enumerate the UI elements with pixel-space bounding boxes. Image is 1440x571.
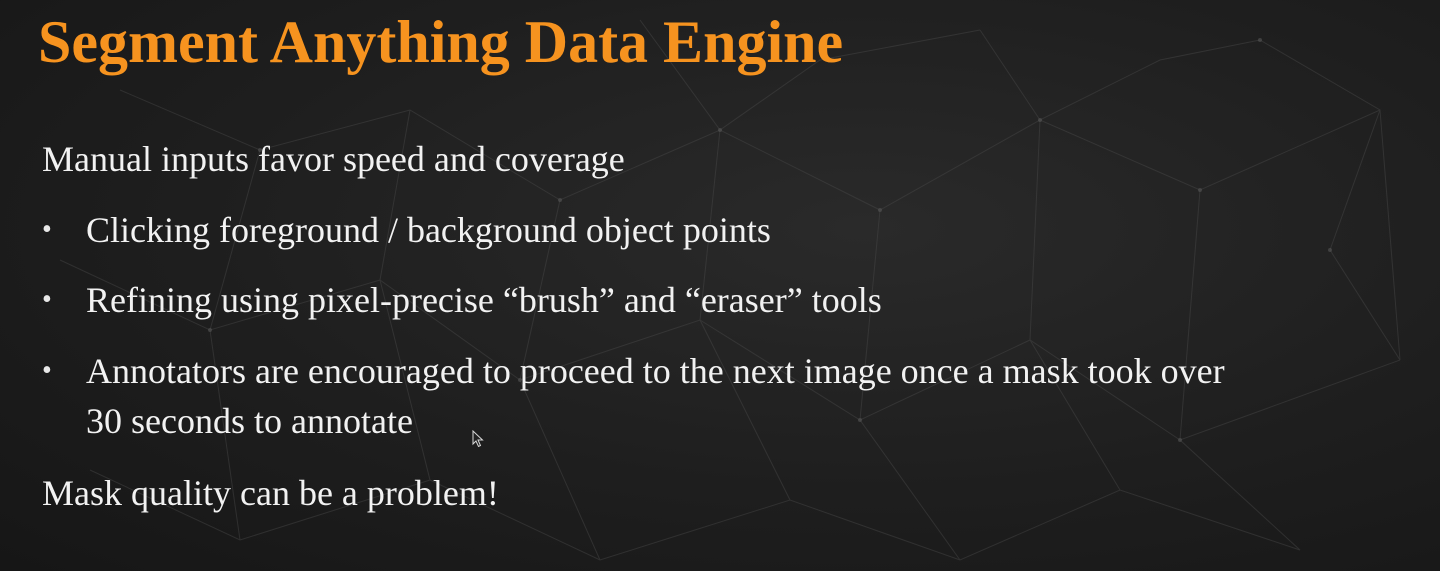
bullet-text-continued: 30 seconds to annotate bbox=[86, 401, 413, 441]
bullet-text: Annotators are encouraged to proceed to … bbox=[86, 351, 1225, 391]
bullet-text: Refining using pixel-precise “brush” and… bbox=[86, 280, 882, 320]
bullet-item: • Annotators are encouraged to proceed t… bbox=[40, 346, 1225, 446]
slide: Segment Anything Data Engine Manual inpu… bbox=[0, 0, 1440, 571]
mouse-pointer-icon bbox=[472, 430, 484, 448]
bullet-dot-icon: • bbox=[42, 284, 52, 315]
bullet-dot-icon: • bbox=[42, 355, 52, 386]
bullet-item: • Clicking foreground / background objec… bbox=[40, 205, 771, 255]
bullet-text-block: Annotators are encouraged to proceed to … bbox=[86, 346, 1225, 446]
bullet-text: Clicking foreground / background object … bbox=[86, 210, 771, 250]
bullet-item: • Refining using pixel-precise “brush” a… bbox=[40, 275, 882, 325]
bullet-dot-icon: • bbox=[42, 214, 52, 245]
intro-text: Manual inputs favor speed and coverage bbox=[42, 139, 625, 179]
slide-title: Segment Anything Data Engine bbox=[38, 9, 844, 75]
closing-text: Mask quality can be a problem! bbox=[42, 473, 499, 513]
